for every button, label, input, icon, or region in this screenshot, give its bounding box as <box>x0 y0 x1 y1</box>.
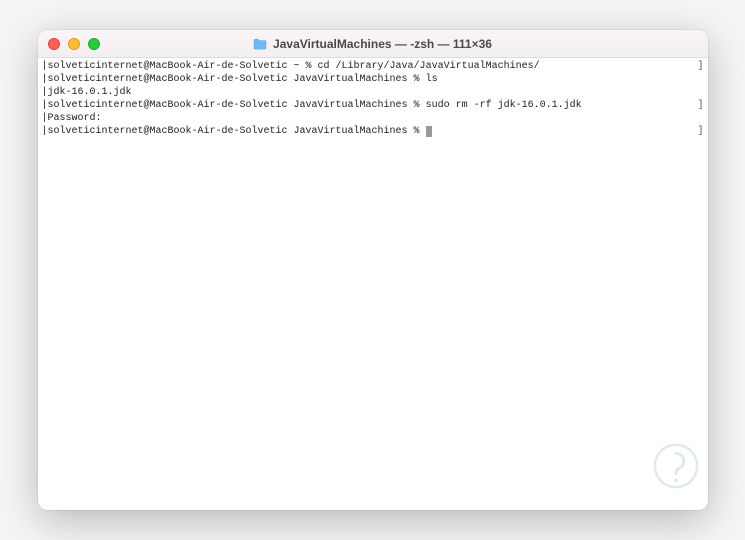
line-end-bracket: ] <box>697 125 703 138</box>
terminal-text: |solveticinternet@MacBook-Air-de-Solveti… <box>42 125 698 138</box>
terminal-line: |solveticinternet@MacBook-Air-de-Solveti… <box>42 99 704 112</box>
line-end-bracket: ] <box>697 99 703 112</box>
terminal-text: |jdk-16.0.1.jdk <box>42 86 704 99</box>
terminal-line: |Password: <box>42 112 704 125</box>
traffic-lights <box>48 38 100 50</box>
maximize-icon[interactable] <box>88 38 100 50</box>
folder-icon <box>253 38 267 50</box>
terminal-text: |solveticinternet@MacBook-Air-de-Solveti… <box>42 73 704 86</box>
terminal-line: |solveticinternet@MacBook-Air-de-Solveti… <box>42 73 704 86</box>
minimize-icon[interactable] <box>68 38 80 50</box>
terminal-text: |solveticinternet@MacBook-Air-de-Solveti… <box>42 60 698 73</box>
terminal-text: |solveticinternet@MacBook-Air-de-Solveti… <box>42 99 698 112</box>
window-title: JavaVirtualMachines — -zsh — 111×36 <box>273 37 492 51</box>
close-icon[interactable] <box>48 38 60 50</box>
line-end-bracket: ] <box>697 60 703 73</box>
terminal-text: |Password: <box>42 112 704 125</box>
cursor <box>426 126 432 137</box>
terminal-body[interactable]: |solveticinternet@MacBook-Air-de-Solveti… <box>38 58 708 510</box>
title-center: JavaVirtualMachines — -zsh — 111×36 <box>38 37 708 51</box>
watermark-logo <box>652 442 700 490</box>
terminal-line: |solveticinternet@MacBook-Air-de-Solveti… <box>42 125 704 138</box>
terminal-line: |jdk-16.0.1.jdk <box>42 86 704 99</box>
titlebar[interactable]: JavaVirtualMachines — -zsh — 111×36 <box>38 30 708 58</box>
terminal-window: JavaVirtualMachines — -zsh — 111×36 |sol… <box>38 30 708 510</box>
terminal-line: |solveticinternet@MacBook-Air-de-Solveti… <box>42 60 704 73</box>
